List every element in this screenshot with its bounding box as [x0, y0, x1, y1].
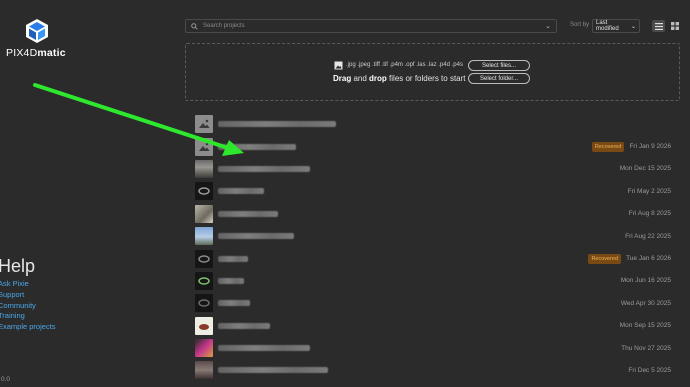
annotation-arrow-icon: [33, 83, 244, 156]
